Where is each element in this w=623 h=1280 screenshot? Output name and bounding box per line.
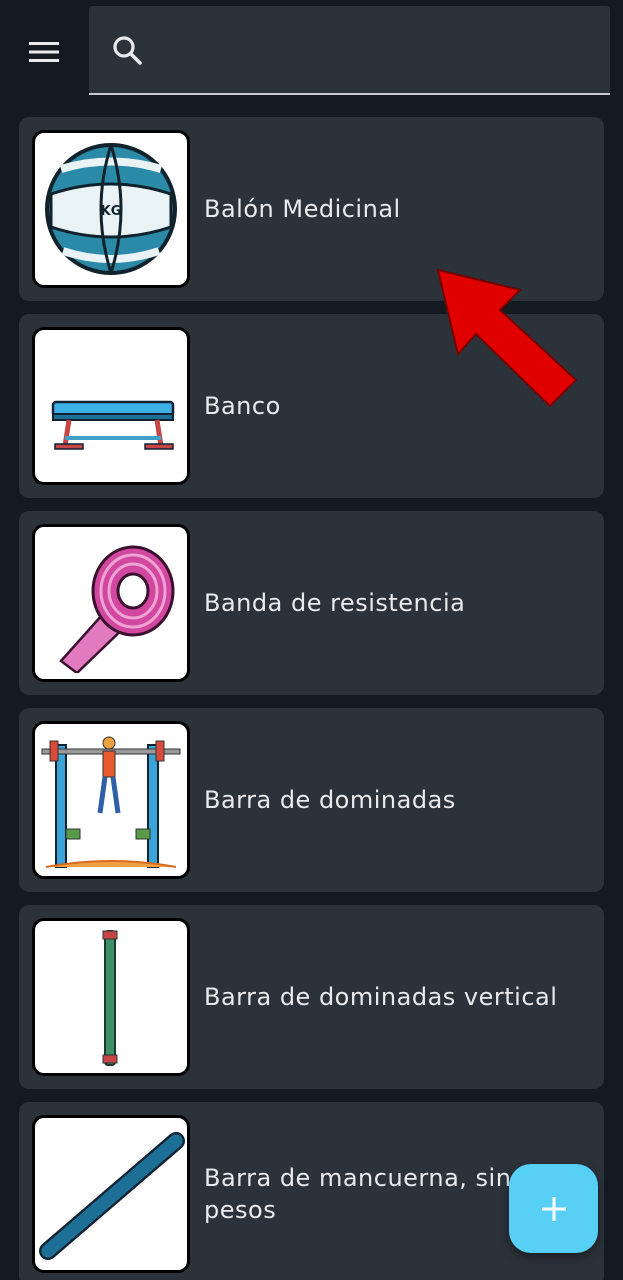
list-item[interactable]: Barra de dominadas bbox=[19, 708, 604, 892]
add-button[interactable] bbox=[509, 1164, 598, 1253]
search-icon bbox=[109, 32, 145, 68]
dumbbell-bar-icon bbox=[32, 1115, 190, 1273]
list-item[interactable]: Banco bbox=[19, 314, 604, 498]
svg-text:KG: KG bbox=[101, 204, 122, 219]
equipment-name: Banco bbox=[204, 392, 281, 420]
search-bar[interactable] bbox=[89, 6, 610, 95]
equipment-name: Banda de resistencia bbox=[204, 589, 466, 617]
resistance-band-icon bbox=[32, 524, 190, 682]
equipment-name: Barra de dominadas vertical bbox=[204, 983, 558, 1011]
hamburger-menu-icon bbox=[29, 42, 59, 62]
pull-up-bar-icon bbox=[32, 721, 190, 879]
vertical-pull-up-bar-icon bbox=[32, 918, 190, 1076]
list-item[interactable]: KG Balón Medicinal bbox=[19, 117, 604, 301]
search-input[interactable] bbox=[145, 6, 610, 93]
plus-icon bbox=[541, 1196, 566, 1221]
menu-button[interactable] bbox=[22, 30, 66, 74]
list-item[interactable]: Barra de dominadas vertical bbox=[19, 905, 604, 1089]
bench-icon bbox=[32, 327, 190, 485]
medicine-ball-icon: KG bbox=[32, 130, 190, 288]
equipment-name: Balón Medicinal bbox=[204, 195, 401, 223]
top-app-bar bbox=[0, 0, 623, 100]
list-item[interactable]: Banda de resistencia bbox=[19, 511, 604, 695]
equipment-list: KG Balón Medicinal Banco Banda de resist… bbox=[19, 117, 604, 1280]
equipment-name: Barra de dominadas bbox=[204, 786, 456, 814]
